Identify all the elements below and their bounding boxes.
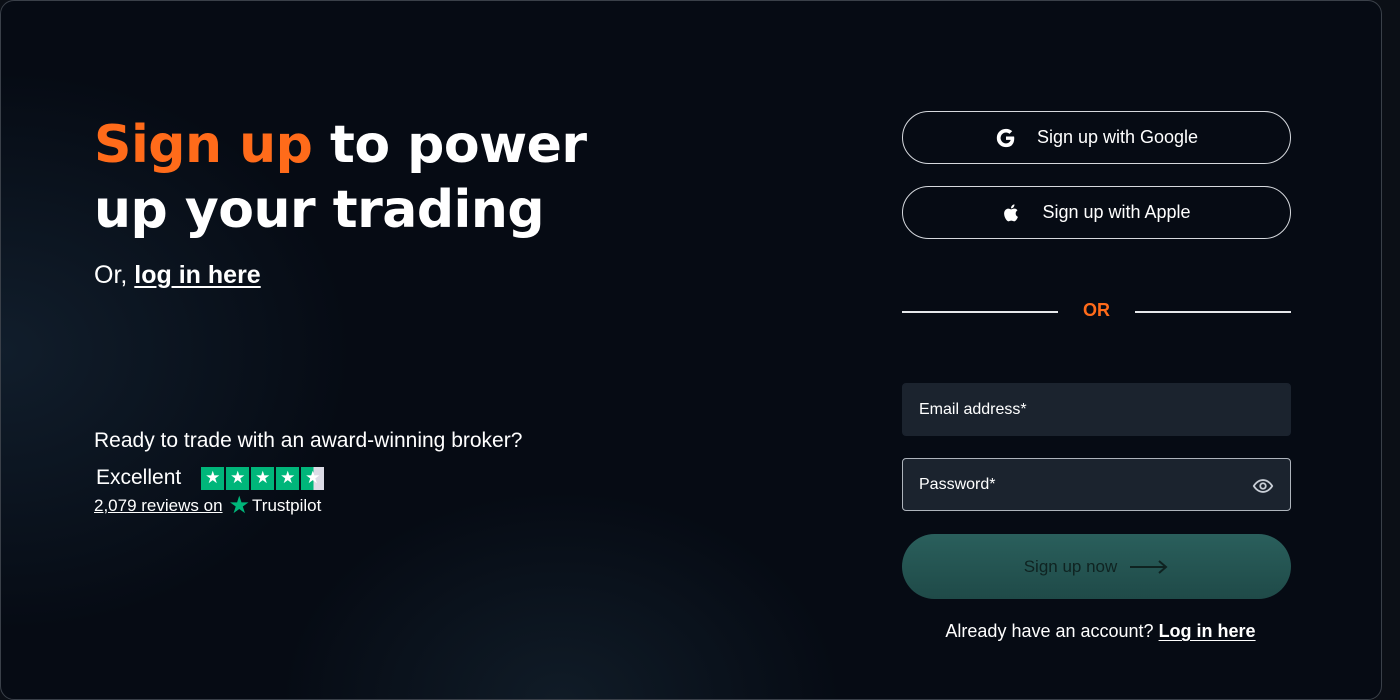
reviews-link[interactable]: 2,079 reviews on (94, 496, 223, 516)
or-divider: OR (902, 297, 1291, 325)
star-icon: ★ (226, 466, 250, 490)
submit-label: Sign up now (1023, 556, 1118, 576)
email-label: Email address* (919, 400, 1027, 418)
login-link[interactable]: log in here (134, 261, 260, 289)
google-signup-button[interactable]: Sign up with Google (902, 111, 1291, 164)
divider-line-right (1135, 311, 1291, 313)
rating-word: Excellent (96, 466, 182, 489)
page-title: Sign up to power up your trading (94, 113, 654, 243)
login-footer-prefix: Already have an account? (945, 621, 1159, 641)
password-field[interactable]: Password* (902, 458, 1291, 511)
login-footer: Already have an account? Log in here (902, 621, 1299, 642)
password-label: Password* (919, 475, 996, 493)
apple-signup-label: Sign up with Apple (1042, 202, 1191, 222)
google-signup-label: Sign up with Google (1036, 127, 1199, 147)
star-icon: ★ (251, 466, 275, 490)
apple-icon (1002, 202, 1022, 224)
footer-login-link[interactable]: Log in here (1159, 621, 1256, 641)
half-star-icon: ★ (301, 466, 325, 490)
trustpilot-logo: ★ Trustpilot (228, 492, 322, 519)
trust-question: Ready to trade with an award-winning bro… (94, 429, 523, 452)
arrow-right-icon (1129, 559, 1169, 575)
apple-signup-button[interactable]: Sign up with Apple (902, 186, 1291, 239)
trustpilot-name: Trustpilot (252, 496, 322, 515)
reviews-row: 2,079 reviews on ★ Trustpilot (94, 492, 322, 519)
email-field[interactable]: Email address* (902, 383, 1291, 436)
trustpilot-rating: Excellent ★ ★ ★ ★ ★ (96, 466, 325, 490)
login-prompt-prefix: Or, (94, 261, 135, 289)
signup-submit-button[interactable]: Sign up now (902, 534, 1291, 599)
star-icon: ★ (276, 466, 300, 490)
signup-card: Sign up to power up your trading Or, log … (0, 0, 1382, 700)
headline-accent: Sign up (94, 115, 313, 175)
star-icon: ★ (201, 466, 225, 490)
rating-stars: ★ ★ ★ ★ ★ (201, 466, 325, 490)
google-icon (995, 127, 1017, 149)
login-prompt: Or, log in here (94, 260, 261, 290)
scrollbar[interactable] (1383, 0, 1400, 684)
trustpilot-star-icon: ★ (228, 492, 251, 519)
headline-rest: to power (312, 115, 587, 175)
headline-line2: up your trading (94, 180, 545, 240)
eye-icon[interactable] (1252, 475, 1274, 502)
